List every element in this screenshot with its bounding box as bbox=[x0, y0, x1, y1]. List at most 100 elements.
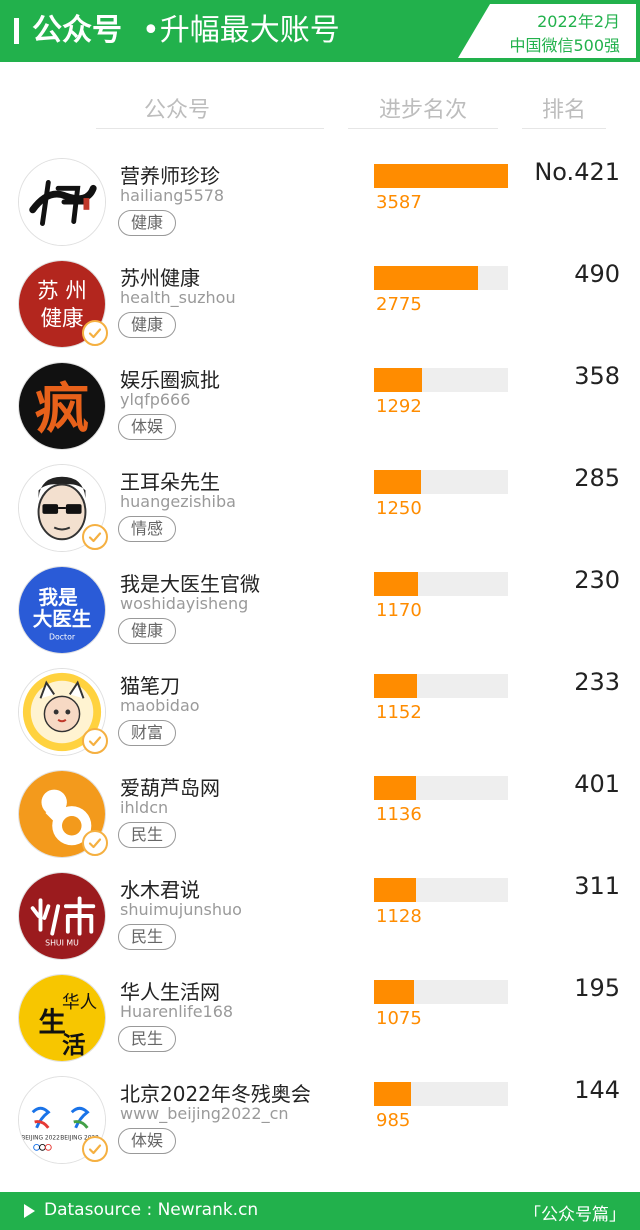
list-item[interactable]: 营养师珍珍 hailiang5578 健康 3587 No.421 bbox=[0, 158, 640, 260]
progress-bar bbox=[374, 164, 508, 188]
svg-text:华人: 华人 bbox=[62, 993, 97, 1013]
progress-bar-fill bbox=[374, 164, 508, 188]
verified-check-icon bbox=[82, 524, 108, 550]
rank-value: 311 bbox=[574, 872, 620, 900]
progress-bar-fill bbox=[374, 266, 478, 290]
list-item[interactable]: 苏 州健康 苏州健康 health_suzhou 健康 2775 490 bbox=[0, 260, 640, 362]
account-name: 营养师珍珍 bbox=[120, 164, 220, 188]
list-item[interactable]: SHUI MU 水木君说 shuimujunshuo 民生 1128 311 bbox=[0, 872, 640, 974]
progress-value: 1136 bbox=[376, 804, 422, 825]
svg-text:苏 州: 苏 州 bbox=[37, 279, 87, 304]
progress-bar bbox=[374, 878, 508, 902]
column-divider-account bbox=[96, 128, 324, 129]
list-item[interactable]: 我是 大医生 Doctor 我是大医生官微 woshidayisheng 健康 11… bbox=[0, 566, 640, 668]
rank-value: 195 bbox=[574, 974, 620, 1002]
progress-bar-fill bbox=[374, 776, 417, 800]
verified-check-icon bbox=[82, 830, 108, 856]
progress-bar-fill bbox=[374, 878, 417, 902]
progress-value: 1128 bbox=[376, 906, 422, 927]
progress-bar-fill bbox=[374, 980, 415, 1004]
header-title: 公众号 bbox=[32, 13, 122, 48]
progress-bar-fill bbox=[374, 1082, 411, 1106]
svg-text:大医生: 大医生 bbox=[33, 608, 92, 631]
account-handle: health_suzhou bbox=[120, 288, 236, 307]
category-tag: 民生 bbox=[118, 924, 177, 950]
jian-calligraphy-icon bbox=[18, 158, 106, 246]
account-name: 娱乐圈疯批 bbox=[120, 368, 220, 392]
progress-bar bbox=[374, 776, 508, 800]
column-divider-rank bbox=[522, 128, 606, 129]
account-name: 北京2022年冬残奥会 bbox=[120, 1082, 311, 1106]
account-handle: ihldcn bbox=[120, 798, 169, 817]
category-tag: 健康 bbox=[118, 618, 177, 644]
verified-check-icon bbox=[82, 728, 108, 754]
header-banner: 公众号 •升幅最大账号 2022年2月 中国微信500强 bbox=[0, 0, 640, 62]
svg-text:我是: 我是 bbox=[39, 586, 79, 609]
progress-value: 1152 bbox=[376, 702, 422, 723]
rank-value: 358 bbox=[574, 362, 620, 390]
doctor-logo-icon: 我是 大医生 Doctor bbox=[18, 566, 106, 654]
progress-value: 985 bbox=[376, 1110, 411, 1131]
progress-bar bbox=[374, 470, 508, 494]
progress-bar-fill bbox=[374, 674, 417, 698]
account-name: 华人生活网 bbox=[120, 980, 220, 1004]
svg-text:活: 活 bbox=[62, 1031, 85, 1059]
progress-bar bbox=[374, 1082, 508, 1106]
footer-category: 「公众号篇」 bbox=[524, 1205, 626, 1225]
column-divider-progress bbox=[348, 128, 498, 129]
huaren-shenghuo-icon: 华人生活 bbox=[18, 974, 106, 1062]
account-name: 王耳朵先生 bbox=[120, 470, 220, 494]
header-subtitle: •升幅最大账号 bbox=[142, 13, 340, 48]
rank-value: 233 bbox=[574, 668, 620, 696]
verified-check-icon bbox=[82, 1136, 108, 1162]
progress-bar-fill bbox=[374, 572, 418, 596]
category-tag: 健康 bbox=[118, 312, 177, 338]
list-item[interactable]: 猫笔刀 maobidao 财富 1152 233 bbox=[0, 668, 640, 770]
list-item[interactable]: BEIJING 2022 BEIJING 2022 北京2022年冬残奥会 www… bbox=[0, 1076, 640, 1178]
progress-bar bbox=[374, 368, 508, 392]
list-item[interactable]: 王耳朵先生 huangezishiba 情感 1250 285 bbox=[0, 464, 640, 566]
rank-value: 230 bbox=[574, 566, 620, 594]
svg-text:BEIJING 2022: BEIJING 2022 bbox=[21, 1136, 60, 1142]
shuimu-logo-icon: SHUI MU bbox=[18, 872, 106, 960]
account-handle: www_beijing2022_cn bbox=[120, 1104, 289, 1123]
progress-bar bbox=[374, 980, 508, 1004]
footer-banner: Datasource : Newrank.cn 「公众号篇」 bbox=[0, 1192, 640, 1230]
column-header-progress: 进步名次 bbox=[378, 98, 467, 123]
header-accent-bar bbox=[14, 18, 19, 44]
account-name: 苏州健康 bbox=[120, 266, 200, 290]
column-header-rank: 排名 bbox=[541, 98, 586, 123]
account-handle: ylqfp666 bbox=[120, 390, 191, 409]
progress-bar-fill bbox=[374, 368, 423, 392]
category-tag: 体娱 bbox=[118, 1128, 177, 1154]
header-ranking-name: 中国微信500强 bbox=[509, 36, 620, 55]
list-item[interactable]: 华人生活 华人生活网 Huarenlife168 民生 1075 195 bbox=[0, 974, 640, 1076]
progress-bar bbox=[374, 572, 508, 596]
svg-text:Doctor: Doctor bbox=[49, 632, 76, 641]
footer-datasource: Datasource : Newrank.cn bbox=[44, 1200, 259, 1220]
progress-value: 3587 bbox=[376, 192, 422, 213]
progress-bar-fill bbox=[374, 470, 421, 494]
progress-value: 1075 bbox=[376, 1008, 422, 1029]
list-item[interactable]: 疯 娱乐圈疯批 ylqfp666 体娱 1292 358 bbox=[0, 362, 640, 464]
account-handle: shuimujunshuo bbox=[120, 900, 242, 919]
account-name: 爱葫芦岛网 bbox=[120, 776, 220, 800]
account-handle: hailiang5578 bbox=[120, 186, 225, 205]
progress-bar bbox=[374, 266, 508, 290]
svg-text:健康: 健康 bbox=[40, 307, 83, 332]
account-name: 水木君说 bbox=[120, 878, 200, 902]
account-name: 猫笔刀 bbox=[120, 674, 180, 698]
category-tag: 民生 bbox=[118, 822, 177, 848]
progress-bar bbox=[374, 674, 508, 698]
svg-text:疯: 疯 bbox=[35, 377, 90, 441]
category-tag: 民生 bbox=[118, 1026, 177, 1052]
rank-value: No.421 bbox=[534, 158, 620, 186]
list-item[interactable]: 爱葫芦岛网 ihldcn 民生 1136 401 bbox=[0, 770, 640, 872]
account-handle: woshidayisheng bbox=[120, 594, 249, 613]
account-handle: maobidao bbox=[120, 696, 200, 715]
progress-value: 1250 bbox=[376, 498, 422, 519]
progress-value: 2775 bbox=[376, 294, 422, 315]
rank-value: 490 bbox=[574, 260, 620, 288]
category-tag: 情感 bbox=[118, 516, 177, 542]
category-tag: 体娱 bbox=[118, 414, 177, 440]
